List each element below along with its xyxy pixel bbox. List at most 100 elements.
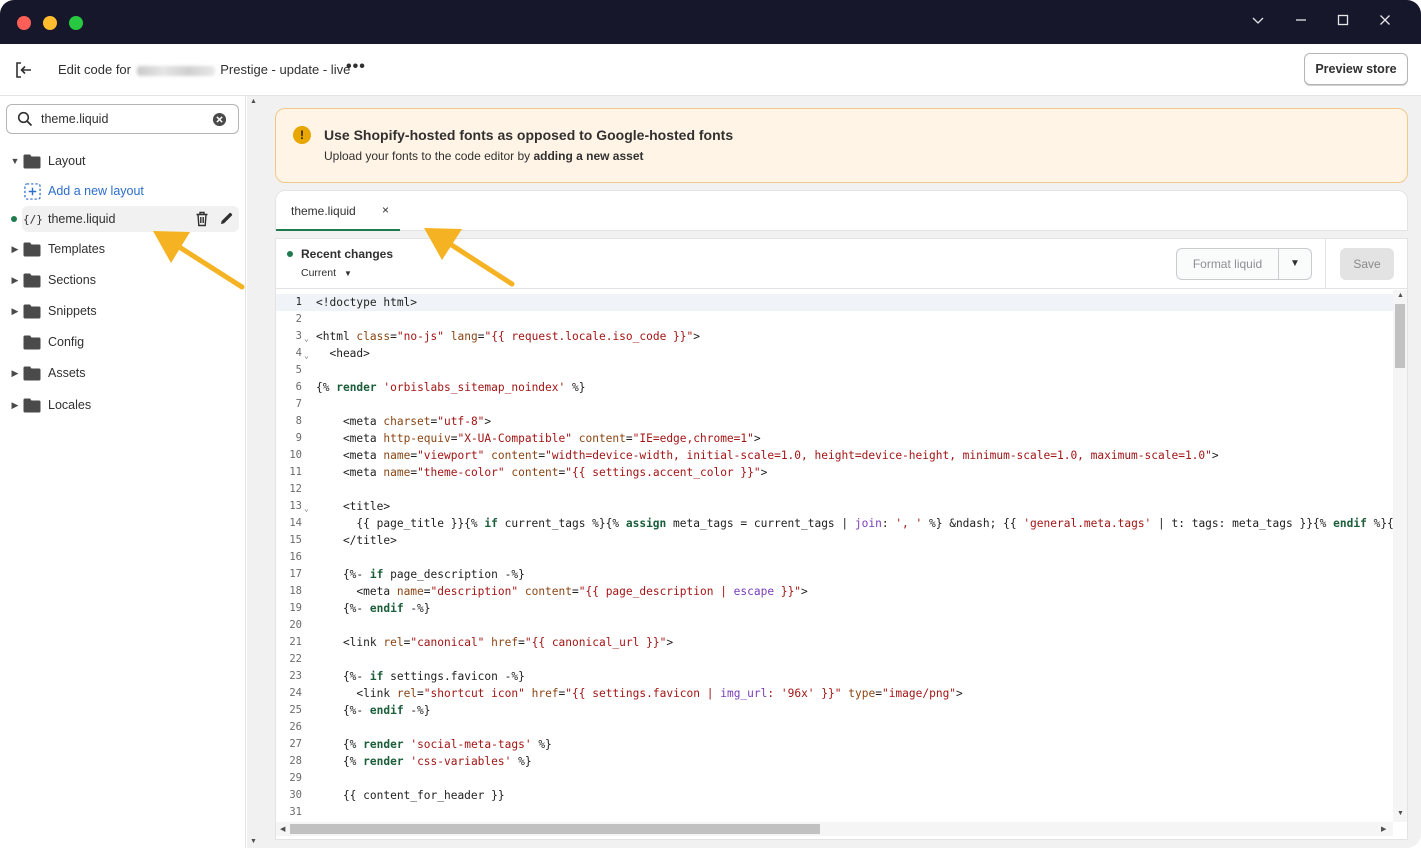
scroll-left-icon[interactable]: ◀ <box>280 825 285 833</box>
code-line[interactable]: 18 <meta name="description" content="{{ … <box>276 583 1393 600</box>
code-area[interactable]: 1 <!doctype html> 2 3 ⌄ <html class="no-js" l… <box>276 290 1393 822</box>
rename-pencil-icon[interactable] <box>219 211 234 226</box>
line-number: 31 <box>289 806 302 818</box>
banner-title: Use Shopify-hosted fonts as opposed to G… <box>324 127 734 143</box>
code-line[interactable]: 7 <box>276 396 1393 413</box>
folder-layout[interactable]: ▼ Layout <box>0 148 240 174</box>
folder-sections[interactable]: ▶ Sections <box>0 267 240 293</box>
code-line[interactable]: 15 </title> <box>276 532 1393 549</box>
minimize-window-button[interactable] <box>43 16 57 30</box>
caret-right-icon: ▶ <box>11 305 19 316</box>
code-line[interactable]: 3 ⌄ <html class="no-js" lang="{{ request.l… <box>276 328 1393 345</box>
folder-label: Layout <box>48 154 86 168</box>
folder-templates[interactable]: ▶ Templates <box>0 236 240 262</box>
line-number: 16 <box>289 551 302 563</box>
chevron-down-icon[interactable] <box>1247 11 1269 33</box>
format-options-button[interactable]: ▼ <box>1279 249 1311 279</box>
folder-icon <box>23 242 41 256</box>
vertical-scrollbar[interactable]: ▲ ▼ <box>1393 290 1407 822</box>
code-line[interactable]: 28 {% render 'css-variables' %} <box>276 753 1393 770</box>
horizontal-scrollbar[interactable]: ◀ ▶ <box>276 822 1393 836</box>
format-liquid-button[interactable]: Format liquid <box>1177 249 1279 279</box>
more-actions-button[interactable]: ••• <box>346 58 366 76</box>
line-number: 30 <box>289 789 302 801</box>
folder-locales[interactable]: ▶ Locales <box>0 392 240 418</box>
line-number: 1 <box>295 296 302 308</box>
code-line[interactable]: 6 {% render 'orbislabs_sitemap_noindex' %… <box>276 379 1393 396</box>
code-text: <title> <box>316 500 391 513</box>
code-line[interactable]: 26 <box>276 719 1393 736</box>
title-bar <box>0 0 1421 44</box>
title-prefix: Edit code for <box>58 62 131 77</box>
close-window-button[interactable] <box>17 16 31 30</box>
code-line[interactable]: 25 {%- endif -%} <box>276 702 1393 719</box>
search-icon <box>17 111 33 127</box>
code-text: <meta name="description" content="{{ pag… <box>316 585 808 598</box>
minimize-icon[interactable] <box>1290 11 1312 33</box>
preview-store-button[interactable]: Preview store <box>1304 53 1408 85</box>
clear-search-icon[interactable] <box>212 112 227 127</box>
code-line[interactable]: 8 <meta charset="utf-8"> <box>276 413 1393 430</box>
code-line[interactable]: 30 {{ content_for_header }} <box>276 787 1393 804</box>
scroll-up-icon[interactable]: ▲ <box>1397 292 1404 299</box>
maximize-icon[interactable] <box>1332 11 1354 33</box>
save-button[interactable]: Save <box>1340 248 1394 280</box>
code-line[interactable]: 27 {% render 'social-meta-tags' %} <box>276 736 1393 753</box>
editor-toolbar: Recent changes Current ▼ Format liquid ▼… <box>276 239 1407 289</box>
file-theme-liquid[interactable]: {/} theme.liquid <box>0 206 240 232</box>
code-line[interactable]: 21 <link rel="canonical" href="{{ canoni… <box>276 634 1393 651</box>
folder-snippets[interactable]: ▶ Snippets <box>0 298 240 324</box>
code-line[interactable]: 2 <box>276 311 1393 328</box>
code-line[interactable]: 1 <!doctype html> <box>276 294 1393 311</box>
tab-close-icon[interactable]: × <box>382 203 389 217</box>
folder-assets[interactable]: ▶ Assets <box>0 360 240 386</box>
code-line[interactable]: 10 <meta name="viewport" content="width=… <box>276 447 1393 464</box>
code-line[interactable]: 22 <box>276 651 1393 668</box>
close-icon[interactable] <box>1374 11 1396 33</box>
code-line[interactable]: 19 {%- endif -%} <box>276 600 1393 617</box>
folder-label: Snippets <box>48 304 97 318</box>
add-asset-link[interactable]: adding a new asset <box>533 149 643 163</box>
code-line[interactable]: 9 <meta http-equiv="X-UA-Compatible" con… <box>276 430 1393 447</box>
code-line[interactable]: 31 <box>276 804 1393 821</box>
folder-icon <box>23 304 41 318</box>
code-text: <meta http-equiv="X-UA-Compatible" conte… <box>316 432 761 445</box>
line-number: 19 <box>289 602 302 614</box>
page-title: Edit code for Prestige - update - live <box>58 62 350 77</box>
code-line[interactable]: 11 <meta name="theme-color" content="{{ … <box>276 464 1393 481</box>
tab-theme-liquid[interactable]: theme.liquid × <box>276 191 400 231</box>
code-line[interactable]: 17 {%- if page_description -%} <box>276 566 1393 583</box>
code-line[interactable]: 13 ⌄ <title> <box>276 498 1393 515</box>
scroll-right-icon[interactable]: ▶ <box>1381 825 1386 833</box>
code-line[interactable]: 16 <box>276 549 1393 566</box>
code-line[interactable]: 5 <box>276 362 1393 379</box>
zoom-window-button[interactable] <box>69 16 83 30</box>
code-line[interactable]: 23 {%- if settings.favicon -%} <box>276 668 1393 685</box>
sidebar-splitter[interactable]: ▲ ▼ <box>247 96 261 848</box>
add-layout-link[interactable]: Add a new layout <box>0 178 240 204</box>
folder-label: Assets <box>48 366 86 380</box>
title-suffix: Prestige - update - live <box>220 62 351 77</box>
code-line[interactable]: 20 <box>276 617 1393 634</box>
scroll-down-icon[interactable]: ▼ <box>250 838 257 845</box>
horizontal-scroll-thumb[interactable] <box>290 824 820 834</box>
scroll-down-icon[interactable]: ▼ <box>1397 810 1404 817</box>
file-tab-bar: theme.liquid × <box>275 190 1408 231</box>
line-number: 2 <box>295 313 302 325</box>
folder-config[interactable]: Config <box>0 329 240 355</box>
version-select[interactable]: Current ▼ <box>301 267 352 279</box>
delete-icon[interactable] <box>195 211 209 227</box>
code-text: <link rel="shortcut icon" href="{{ setti… <box>316 687 963 700</box>
vertical-scroll-thumb[interactable] <box>1395 304 1405 368</box>
code-line[interactable]: 4 ⌄ <head> <box>276 345 1393 362</box>
code-line[interactable]: 12 <box>276 481 1393 498</box>
search-input[interactable] <box>41 110 201 128</box>
scroll-up-icon[interactable]: ▲ <box>250 98 257 105</box>
code-line[interactable]: 29 <box>276 770 1393 787</box>
code-text: {%- if page_description -%} <box>316 568 525 581</box>
folder-label: Sections <box>48 273 96 287</box>
line-number: 3 <box>295 330 302 342</box>
code-line[interactable]: 14 {{ page_title }}{% if current_tags %}… <box>276 515 1393 532</box>
exit-editor-button[interactable] <box>12 58 36 82</box>
code-line[interactable]: 24 <link rel="shortcut icon" href="{{ se… <box>276 685 1393 702</box>
